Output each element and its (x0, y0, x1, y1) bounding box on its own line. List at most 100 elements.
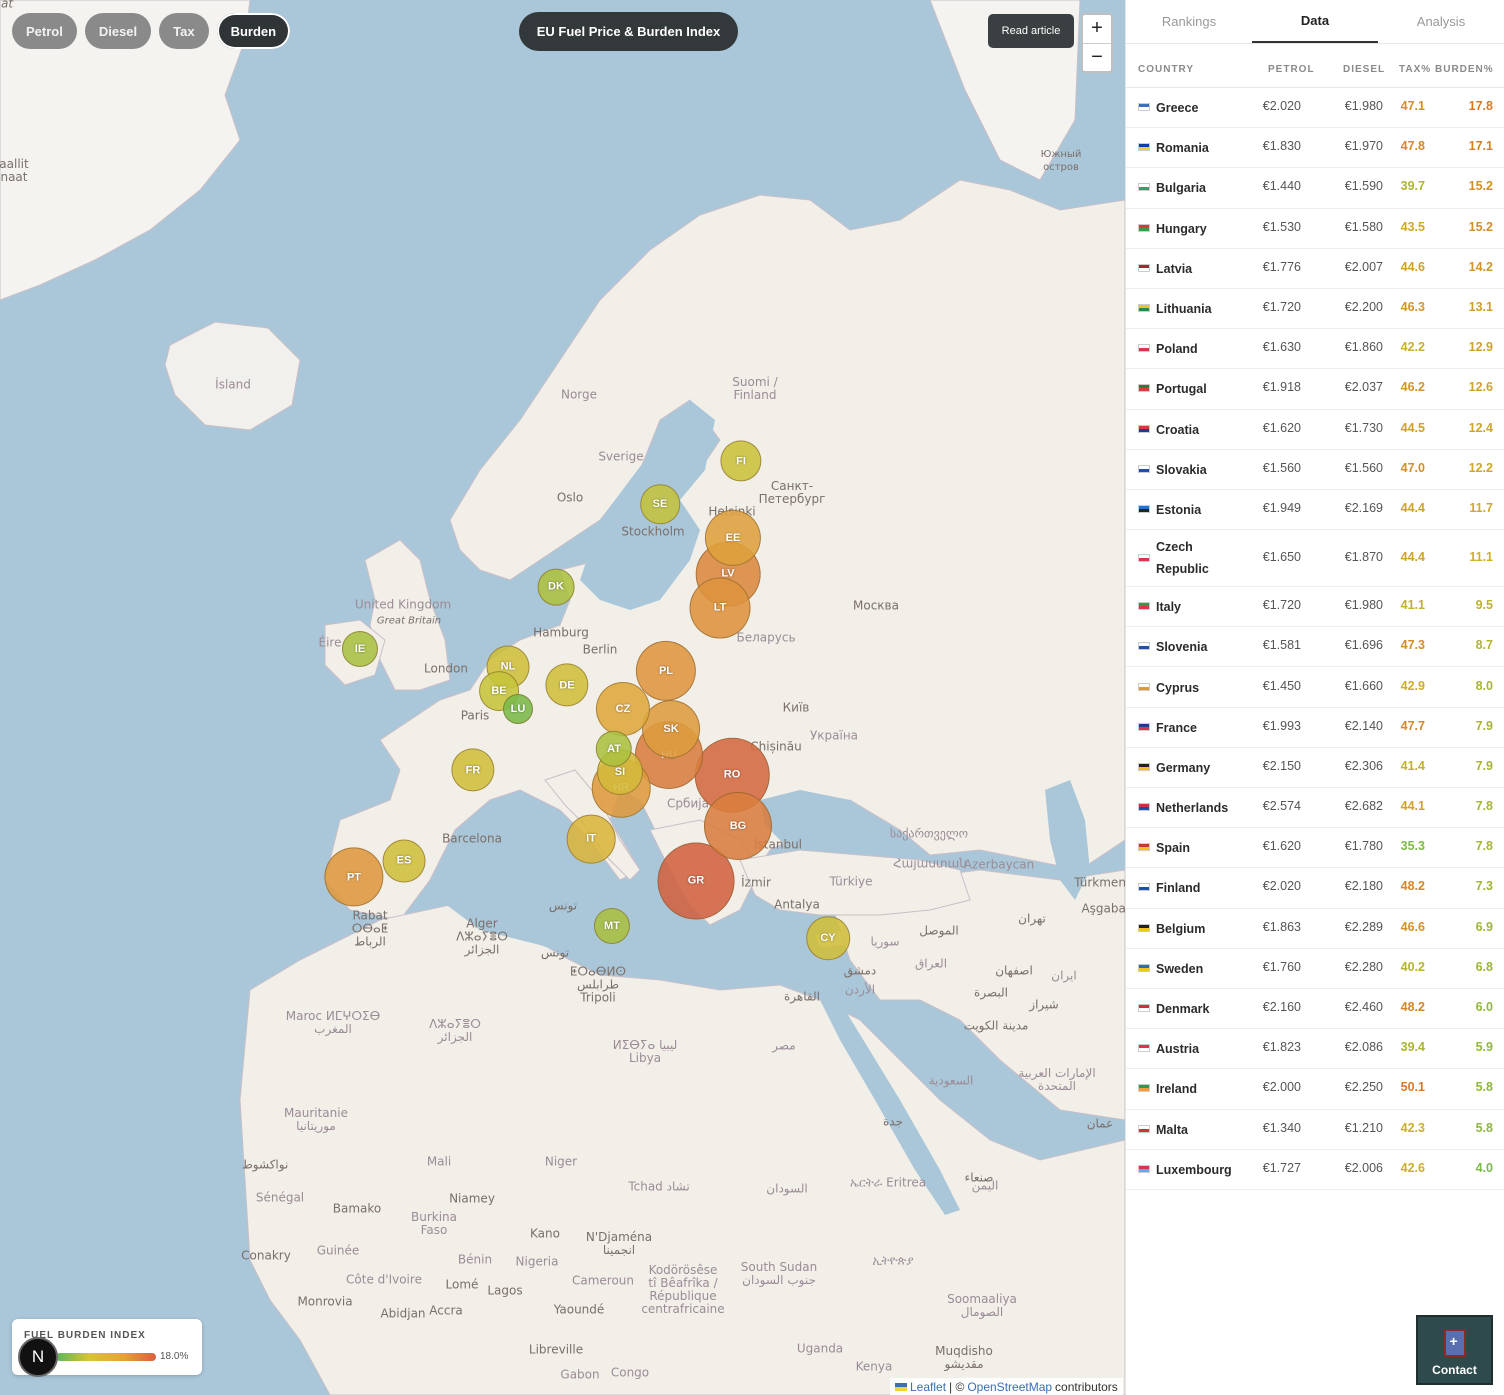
table-row[interactable]: Spain €1.620 €1.780 35.3 7.8 (1126, 828, 1504, 869)
table-row[interactable]: Luxembourg €1.727 €2.006 42.6 4.0 (1126, 1150, 1504, 1190)
table-row[interactable]: Latvia €1.776 €2.007 44.6 14.2 (1126, 249, 1504, 289)
bubble-bg[interactable]: BG (703, 791, 773, 861)
n-badge-icon[interactable]: N (18, 1337, 58, 1377)
tax-percent: 44.5 (1400, 420, 1425, 435)
toggle-burden[interactable]: Burden (216, 13, 291, 49)
tax-percent: 47.8 (1400, 139, 1425, 154)
burden-percent: 11.7 (1469, 500, 1493, 515)
map-label-oslo: Oslo (556, 490, 584, 505)
table-row[interactable]: Estonia €1.949 €2.169 44.4 11.7 (1126, 490, 1504, 531)
bubble-it[interactable]: IT (566, 814, 616, 864)
map-label-rabat: Rabat ⵔⴱⴰⵟ الرباط (351, 908, 389, 949)
contact-book-icon (1443, 1329, 1466, 1357)
tax-percent: 46.2 (1400, 380, 1425, 395)
table-row[interactable]: Croatia €1.620 €1.730 44.5 12.4 (1126, 410, 1504, 450)
table-row[interactable]: Finland €2.020 €2.180 48.2 7.3 (1126, 868, 1504, 909)
table-row[interactable]: Germany €2.150 €2.306 41.4 7.9 (1126, 748, 1504, 788)
osm-link[interactable]: OpenStreetMap (967, 1380, 1052, 1394)
contact-button[interactable]: Contact (1416, 1315, 1493, 1385)
petrol-price: €1.530 (1262, 219, 1301, 234)
petrol-price: €1.650 (1262, 549, 1301, 564)
zoom-out-button[interactable]: − (1083, 44, 1111, 72)
toggle-tax[interactable]: Tax (159, 13, 209, 49)
header-petrol[interactable]: PETROL (1268, 64, 1315, 75)
table-row[interactable]: Greece €2.020 €1.980 47.1 17.8 (1126, 88, 1504, 129)
table-row[interactable]: Slovakia €1.560 €1.560 47.0 12.2 (1126, 450, 1504, 490)
bubble-cz[interactable]: CZ (595, 681, 651, 737)
map-label-iran: ایران (1051, 968, 1077, 983)
header-diesel[interactable]: DIESEL (1343, 64, 1385, 75)
tab-data[interactable]: Data (1252, 0, 1378, 43)
burden-percent: 5.8 (1475, 1120, 1493, 1135)
table-row[interactable]: Czech Republic €1.650 €1.870 44.4 11.1 (1126, 530, 1504, 588)
table-row[interactable]: Slovenia €1.581 €1.696 47.3 8.7 (1126, 627, 1504, 668)
header-burden[interactable]: BURDEN% (1435, 64, 1494, 75)
table-row[interactable]: Portugal €1.918 €2.037 46.2 12.6 (1126, 369, 1504, 410)
diesel-price: €2.306 (1344, 758, 1383, 773)
diesel-price: €2.280 (1344, 959, 1383, 974)
zoom-in-button[interactable]: + (1083, 15, 1111, 44)
map-label-barcelona: Barcelona (442, 831, 502, 846)
bubble-se[interactable]: SE (640, 484, 680, 524)
diesel-price: €2.200 (1344, 300, 1383, 315)
bubble-cy[interactable]: CY (806, 916, 850, 960)
map-label-niamey: Niamey (449, 1191, 495, 1206)
country-flag-icon (1138, 464, 1150, 473)
tax-percent: 40.2 (1400, 959, 1425, 974)
country-name: Czech Republic (1156, 540, 1209, 577)
map[interactable]: Ísland Norge Sverige Suomi / Finland Osl… (0, 0, 1125, 1395)
petrol-price: €1.949 (1262, 500, 1301, 515)
table-row[interactable]: Poland €1.630 €1.860 42.2 12.9 (1126, 329, 1504, 370)
bubble-sk[interactable]: SK (642, 700, 700, 758)
diesel-price: €2.289 (1344, 919, 1383, 934)
bubble-pt[interactable]: PT (324, 847, 384, 907)
burden-percent: 7.9 (1475, 718, 1493, 733)
petrol-price: €1.720 (1262, 300, 1301, 315)
bubble-es[interactable]: ES (382, 839, 426, 883)
map-label-eritrea: ኤርትራ Eritrea (849, 1175, 927, 1190)
bubble-dk[interactable]: DK (537, 568, 575, 606)
burden-percent: 5.8 (1475, 1080, 1493, 1095)
bubble-ie[interactable]: IE (341, 630, 379, 668)
bubble-mt[interactable]: MT (593, 907, 631, 945)
tax-percent: 35.3 (1400, 839, 1425, 854)
table-row[interactable]: Bulgaria €1.440 €1.590 39.7 15.2 (1126, 168, 1504, 209)
diesel-price: €1.870 (1344, 549, 1383, 564)
tax-percent: 44.4 (1400, 500, 1425, 515)
burden-percent: 15.2 (1468, 219, 1493, 234)
table-row[interactable]: Austria €1.823 €2.086 39.4 5.9 (1126, 1029, 1504, 1070)
diesel-price: €2.007 (1344, 259, 1383, 274)
table-row[interactable]: Denmark €2.160 €2.460 48.2 6.0 (1126, 989, 1504, 1030)
table-header: COUNTRY PETROL DIESEL TAX% BURDEN% (1126, 44, 1504, 88)
diesel-price: €1.696 (1344, 638, 1383, 653)
table-row[interactable]: France €1.993 €2.140 47.7 7.9 (1126, 708, 1504, 748)
bubble-lu[interactable]: LU (503, 694, 533, 724)
tax-percent: 46.6 (1400, 919, 1425, 934)
table-row[interactable]: Belgium €1.863 €2.289 46.6 6.9 (1126, 909, 1504, 949)
toggle-diesel[interactable]: Diesel (84, 13, 152, 49)
tab-analysis[interactable]: Analysis (1378, 0, 1504, 43)
bubble-ee[interactable]: EE (704, 509, 762, 567)
table-row[interactable]: Hungary €1.530 €1.580 43.5 15.2 (1126, 209, 1504, 249)
table-row[interactable]: Sweden €1.760 €2.280 40.2 6.8 (1126, 949, 1504, 989)
toggle-petrol[interactable]: Petrol (12, 13, 77, 49)
table-row[interactable]: Malta €1.340 €1.210 42.3 5.8 (1126, 1110, 1504, 1150)
table-row[interactable]: Italy €1.720 €1.980 41.1 9.5 (1126, 587, 1504, 628)
map-label-belarus: Беларусь (736, 630, 796, 645)
tax-percent: 41.1 (1400, 598, 1425, 613)
header-tax[interactable]: TAX% (1399, 64, 1431, 75)
table-row[interactable]: Romania €1.830 €1.970 47.8 17.1 (1126, 128, 1504, 169)
read-article-button[interactable]: Read article (988, 14, 1074, 48)
tab-rankings[interactable]: Rankings (1126, 0, 1252, 43)
table-row[interactable]: Lithuania €1.720 €2.200 46.3 13.1 (1126, 289, 1504, 330)
table-row[interactable]: Cyprus €1.450 €1.660 42.9 8.0 (1126, 667, 1504, 708)
petrol-price: €2.574 (1262, 799, 1301, 814)
leaflet-link[interactable]: Leaflet (910, 1380, 946, 1394)
country-flag-icon (1138, 1044, 1150, 1053)
bubble-lt[interactable]: LT (689, 577, 751, 639)
map-label-antalya: Antalya (774, 897, 820, 912)
bubble-pl[interactable]: PL (635, 640, 697, 702)
header-country[interactable]: COUNTRY (1138, 64, 1194, 75)
table-row[interactable]: Netherlands €2.574 €2.682 44.1 7.8 (1126, 788, 1504, 829)
table-row[interactable]: Ireland €2.000 €2.250 50.1 5.8 (1126, 1069, 1504, 1110)
